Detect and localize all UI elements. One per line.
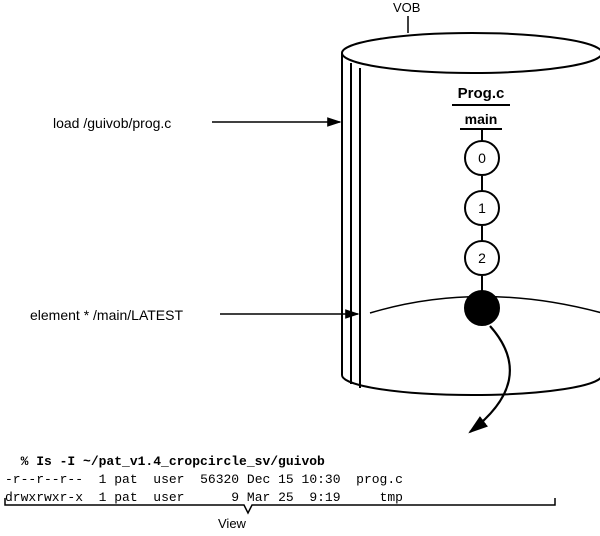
- terminal-command: % Is -I ~/pat_v1.4_cropcircle_sv/guivob: [21, 454, 325, 469]
- terminal-output: % Is -I ~/pat_v1.4_cropcircle_sv/guivob …: [5, 435, 560, 507]
- ls-row-0: -r--r--r-- 1 pat user 56320 Dec 15 10:30…: [5, 472, 403, 487]
- ls-row-1: drwxrwxr-x 1 pat user 9 Mar 25 9:19 tmp: [5, 490, 403, 505]
- view-label: View: [218, 516, 246, 531]
